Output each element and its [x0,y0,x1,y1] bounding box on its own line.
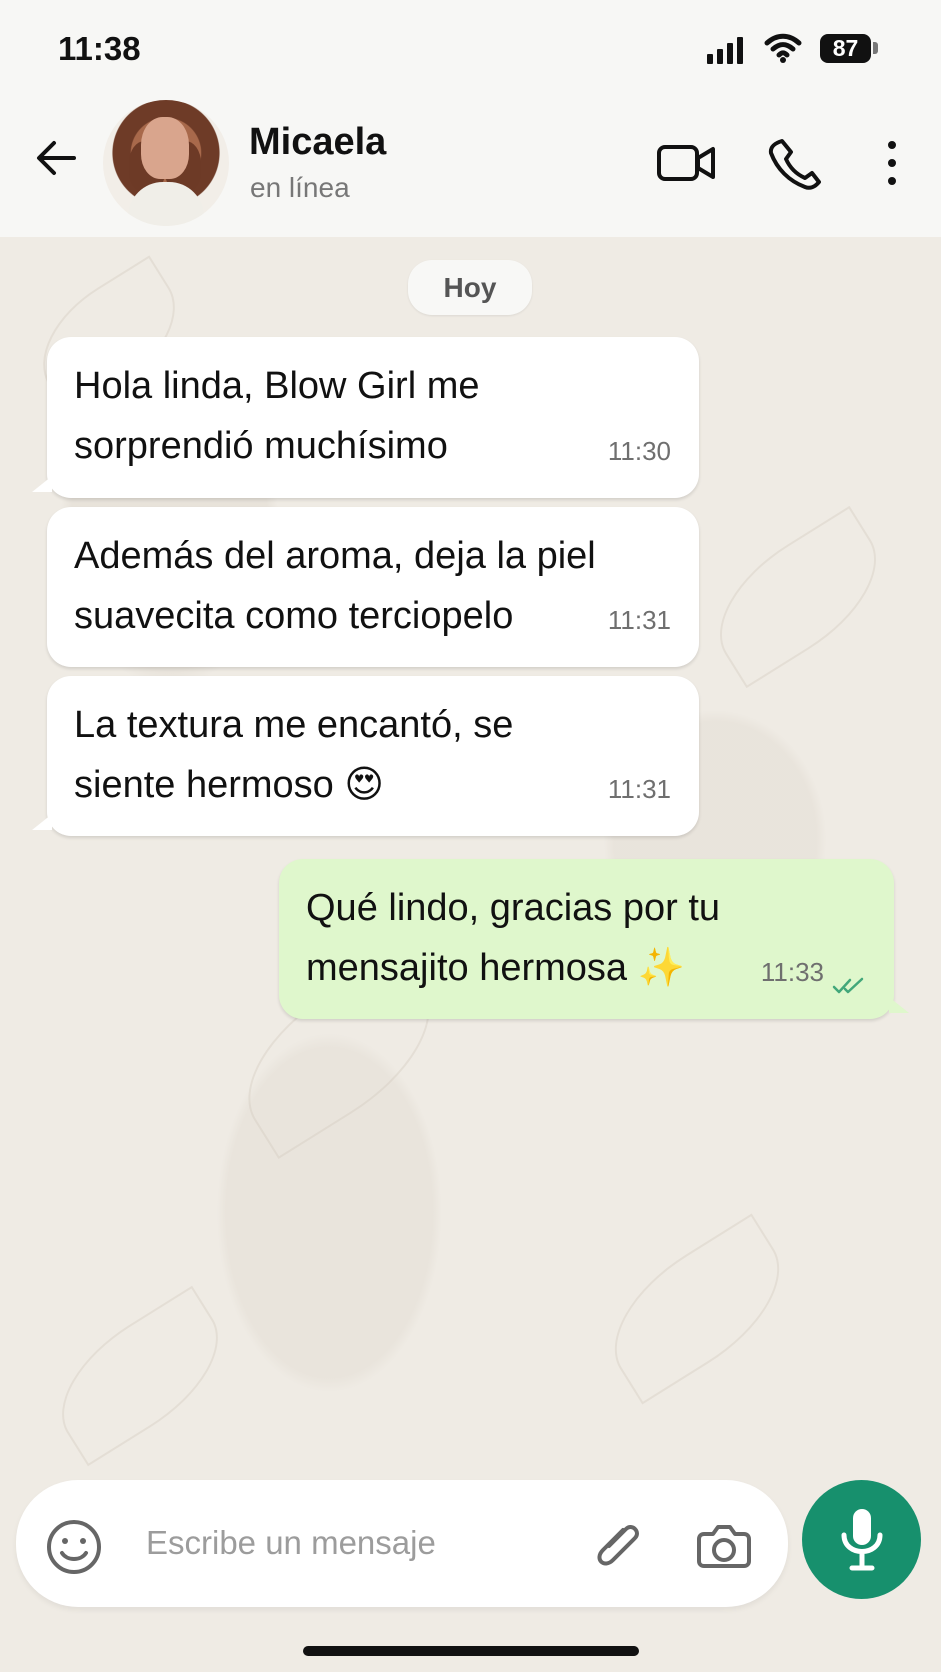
outgoing-message[interactable]: Qué lindo, gracias por tu mensajito herm… [279,859,909,1019]
background-leaf-pattern [693,505,903,689]
bubble-tail [32,814,52,830]
message-time: 11:31 [607,774,671,804]
contact-name[interactable]: Micaela [249,121,386,164]
message-text: Además del aroma, deja la piel suavecita… [74,535,596,637]
presence-status: en línea [250,172,350,203]
incoming-message[interactable]: Además del aroma, deja la piel suavecita… [47,507,699,667]
message-text: La textura me encantó, se siente hermoso… [74,704,514,806]
double-check-icon [832,977,864,994]
camera-icon[interactable] [696,1520,752,1570]
status-time: 11:38 [58,30,141,67]
message-text: Hola linda, Blow Girl me sorprendió much… [74,365,480,467]
background-leaf-pattern [36,1285,244,1467]
battery-level: 87 [820,34,871,63]
message-time: 11:31 [607,605,671,635]
date-separator: Hoy [408,260,532,315]
video-icon[interactable] [656,139,716,187]
mic-button[interactable] [802,1480,921,1599]
mic-icon [841,1509,883,1571]
wifi-icon [764,33,802,63]
message-composer[interactable]: Escribe un mensaje [16,1480,788,1607]
background-leaf-pattern [587,1213,807,1405]
emoji-icon[interactable] [45,1518,103,1576]
avatar[interactable] [103,100,229,226]
attach-icon[interactable] [592,1517,644,1573]
back-arrow-icon[interactable] [32,134,80,182]
signal-icon [707,37,743,64]
message-time: 11:30 [607,436,671,466]
incoming-message[interactable]: La textura me encantó, se siente hermoso… [32,676,699,836]
more-icon[interactable] [878,139,906,187]
home-indicator [303,1646,639,1656]
chat-header: Micaela en línea [0,100,941,238]
bubble-tail [32,476,52,492]
bubble-tail [889,997,909,1013]
status-bar: 11:38 87 [0,0,941,100]
message-input-placeholder[interactable]: Escribe un mensaje [146,1524,436,1562]
phone-icon[interactable] [768,136,822,190]
battery-cap [873,42,878,54]
incoming-message[interactable]: Hola linda, Blow Girl me sorprendió much… [32,337,699,498]
message-time: 11:33 [760,957,824,987]
